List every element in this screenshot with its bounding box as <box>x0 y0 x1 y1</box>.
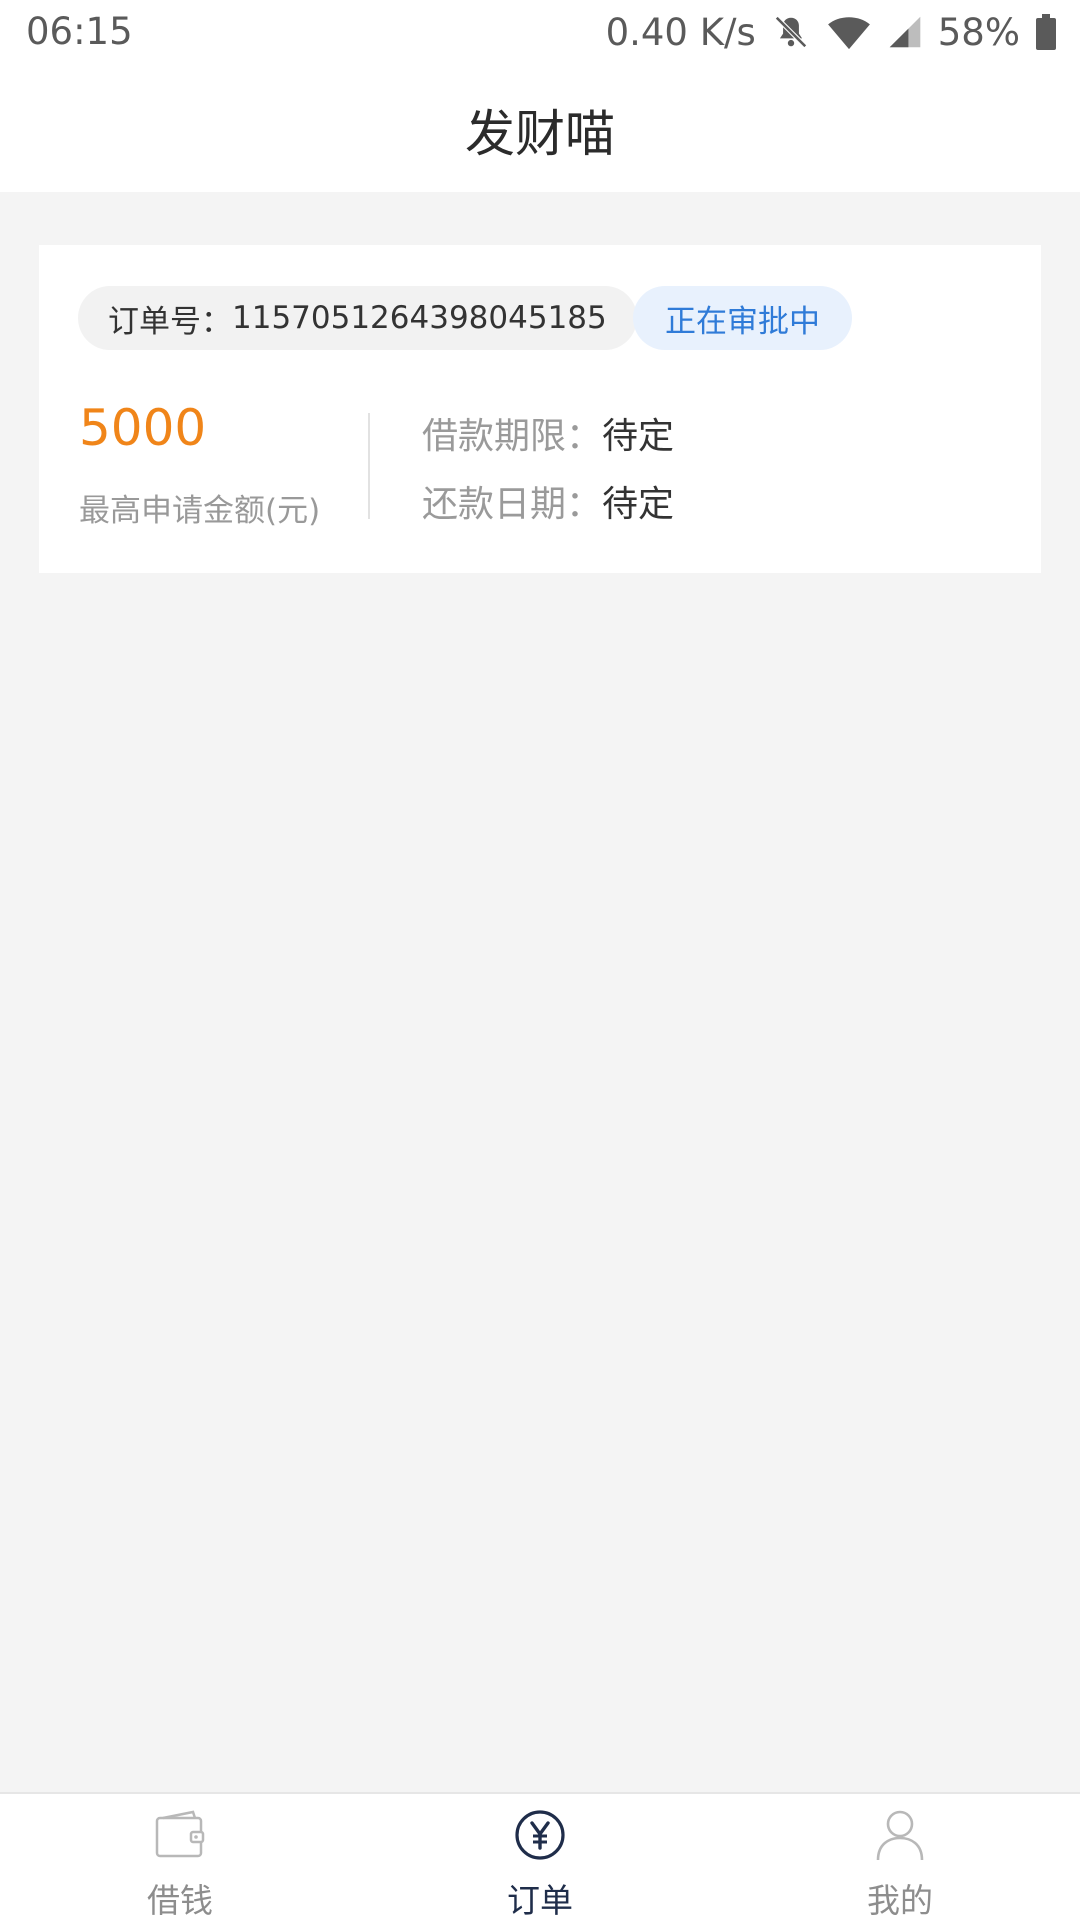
battery-percent: 58% <box>937 10 1020 54</box>
repay-date-row: 还款日期：待定 <box>422 475 674 527</box>
order-number-label: 订单号： <box>108 303 232 340</box>
loan-term-label: 借款期限： <box>422 416 603 457</box>
battery-icon <box>1036 14 1056 50</box>
loan-amount: 5000 <box>79 399 207 457</box>
nav-label-mine: 我的 <box>867 1881 933 1920</box>
order-card[interactable]: 订单号： 1157051264398045185 正在审批中 5000 最高申请… <box>39 245 1041 573</box>
network-speed: 0.40 K/s <box>605 10 756 54</box>
loan-amount-label: 最高申请金额(元) <box>79 493 321 529</box>
signal-icon <box>888 14 922 50</box>
page-title: 发财喵 <box>465 105 615 163</box>
wallet-icon <box>153 1808 207 1862</box>
divider <box>368 413 370 519</box>
loan-term-value: 待定 <box>602 416 675 457</box>
nav-item-mine[interactable]: 我的 <box>800 1794 1000 1922</box>
nav-label-borrow: 借钱 <box>147 1881 213 1920</box>
loan-term-row: 借款期限：待定 <box>422 407 674 459</box>
repay-date-label: 还款日期： <box>422 484 603 525</box>
nav-item-orders[interactable]: 订单 <box>440 1794 640 1922</box>
order-number: 1157051264398045185 <box>232 300 607 336</box>
bell-off-icon <box>772 13 810 51</box>
bottom-nav: 借钱 订单 我的 <box>0 1792 1080 1922</box>
user-icon <box>873 1808 927 1862</box>
status-bar: 06:15 0.40 K/s 58% <box>0 0 1080 64</box>
status-icons: 0.40 K/s 58% <box>606 8 1056 56</box>
repay-date-value: 待定 <box>602 484 675 525</box>
nav-item-borrow[interactable]: 借钱 <box>80 1794 280 1922</box>
app-header: 发财喵 <box>0 64 1080 192</box>
status-badge: 正在审批中 <box>633 286 852 350</box>
yen-icon <box>513 1808 567 1862</box>
status-time: 06:15 <box>26 10 133 53</box>
nav-label-orders: 订单 <box>507 1881 573 1920</box>
wifi-icon <box>826 13 872 51</box>
order-number-pill: 订单号： 1157051264398045185 <box>78 286 637 350</box>
